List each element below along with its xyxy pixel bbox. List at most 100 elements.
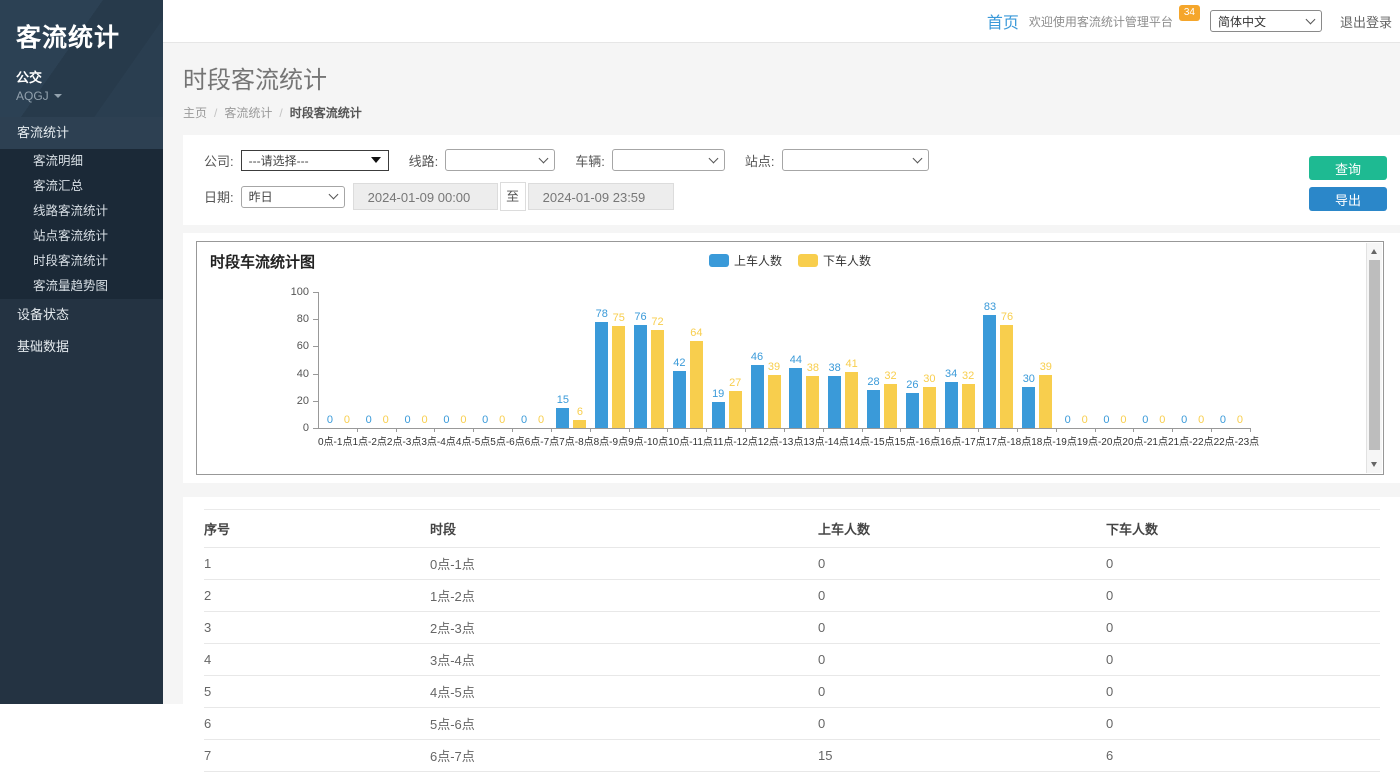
chevron-down-icon bbox=[539, 153, 549, 163]
bar-value-label: 39 bbox=[1040, 361, 1052, 373]
bar-alighting bbox=[845, 372, 858, 428]
bar-value-label: 27 bbox=[729, 377, 741, 389]
bar-value-label: 0 bbox=[1120, 414, 1126, 426]
scrollbar-thumb[interactable] bbox=[1369, 260, 1380, 450]
bar-boarding bbox=[945, 382, 958, 428]
sidebar-subitem-客流量趋势图[interactable]: 客流量趋势图 bbox=[0, 274, 163, 299]
table-header-上车人数: 上车人数 bbox=[818, 510, 1106, 548]
bar-value-label: 0 bbox=[1142, 414, 1148, 426]
breadcrumb-item[interactable]: 主页 bbox=[183, 106, 207, 120]
table-cell: 7 bbox=[204, 740, 430, 772]
chevron-down-icon bbox=[708, 153, 718, 163]
bar-boarding bbox=[751, 365, 764, 428]
sidebar-subitem-时段客流统计[interactable]: 时段客流统计 bbox=[0, 249, 163, 274]
export-button[interactable]: 导出 bbox=[1309, 187, 1387, 211]
bar-column-alighting: 0 bbox=[1078, 414, 1091, 428]
sidebar-menu: 客流统计客流明细客流汇总线路客流统计站点客流统计时段客流统计客流量趋势图设备状态… bbox=[0, 117, 163, 363]
scroll-down-icon[interactable] bbox=[1371, 462, 1377, 467]
bar-column-alighting: 0 bbox=[457, 414, 470, 428]
table-cell: 1点-2点 bbox=[430, 580, 818, 612]
bar-group-16点-17点: 3432 bbox=[940, 292, 979, 428]
bar-group-23点-24点: 00 bbox=[1212, 292, 1251, 428]
bar-column-alighting: 0 bbox=[1117, 414, 1130, 428]
x-axis-label: 9点-10点 bbox=[628, 433, 668, 448]
topbar: 首页 欢迎使用客流统计管理平台 34 简体中文 退出登录 bbox=[163, 0, 1400, 43]
bar-column-alighting: 27 bbox=[729, 377, 742, 428]
bar-value-label: 46 bbox=[751, 351, 763, 363]
x-axis-labels: 0点-1点1点-2点2点-3点3点-4点4点-5点5点-6点6点-7点7点-8点… bbox=[318, 433, 1250, 448]
sidebar-subitem-站点客流统计[interactable]: 站点客流统计 bbox=[0, 224, 163, 249]
scroll-up-icon[interactable] bbox=[1371, 249, 1377, 254]
table-cell: 0 bbox=[818, 644, 1106, 676]
logout-link[interactable]: 退出登录 bbox=[1340, 12, 1392, 31]
bar-alighting bbox=[1039, 375, 1052, 428]
bar-group-14点-15点: 28 32 bbox=[863, 292, 902, 428]
bar-column-alighting: 72 bbox=[651, 316, 664, 428]
bar-boarding bbox=[634, 325, 647, 428]
x-axis-label: 16点-17点 bbox=[940, 433, 986, 448]
table-header-时段: 时段 bbox=[430, 510, 818, 548]
bar-column-alighting: 0 bbox=[418, 414, 431, 428]
chevron-down-icon bbox=[1306, 14, 1316, 24]
chart-vertical-scrollbar[interactable] bbox=[1366, 243, 1382, 473]
table-cell: 3点-4点 bbox=[430, 644, 818, 676]
sidebar-item-客流统计[interactable]: 客流统计 bbox=[0, 117, 163, 149]
table-cell: 6 bbox=[204, 708, 430, 740]
query-button[interactable]: 查询 bbox=[1309, 156, 1387, 180]
y-axis-tick-label: 100 bbox=[197, 286, 309, 298]
table-cell: 4 bbox=[204, 644, 430, 676]
bar-value-label: 78 bbox=[596, 308, 608, 320]
station-select[interactable] bbox=[782, 149, 929, 171]
x-axis-label: 3点-4点 bbox=[421, 433, 455, 448]
bar-column-boarding: 28 bbox=[867, 376, 880, 428]
bar-column-boarding: 0 bbox=[323, 414, 336, 428]
table-cell: 6 bbox=[1106, 740, 1380, 772]
date-preset-select[interactable]: 昨日 bbox=[241, 186, 345, 208]
bar-column-boarding: 46 bbox=[751, 351, 764, 428]
bar-column-boarding: 0 bbox=[479, 414, 492, 428]
bar-column-boarding: 0 bbox=[1061, 414, 1074, 428]
bar-alighting bbox=[729, 391, 742, 428]
bar-boarding bbox=[595, 322, 608, 428]
x-axis-label: 5点-6点 bbox=[490, 433, 524, 448]
org-code-dropdown[interactable]: AQGJ bbox=[16, 89, 147, 103]
bar-value-label: 0 bbox=[1159, 414, 1165, 426]
legend-label: 上车人数 bbox=[734, 252, 782, 269]
bar-column-alighting: 0 bbox=[379, 414, 392, 428]
sidebar-subitem-线路客流统计[interactable]: 线路客流统计 bbox=[0, 199, 163, 224]
vehicle-select[interactable] bbox=[612, 149, 725, 171]
table-header-序号: 序号 bbox=[204, 510, 430, 548]
notification-badge[interactable]: 34 bbox=[1179, 5, 1200, 21]
bar-value-label: 44 bbox=[790, 354, 802, 366]
sidebar-item-设备状态[interactable]: 设备状态 bbox=[0, 299, 163, 331]
line-select[interactable] bbox=[445, 149, 555, 171]
hourly-flow-table: 序号时段上车人数下车人数10点-1点0021点-2点0032点-3点0043点-… bbox=[204, 509, 1380, 772]
line-field: 线路: bbox=[409, 149, 556, 171]
date-to-input[interactable]: 2024-01-09 23:59 bbox=[528, 183, 674, 210]
legend-item-上车人数[interactable]: 上车人数 bbox=[709, 252, 782, 269]
bar-group-11点-12点: 4639 bbox=[746, 292, 785, 428]
bar-column-alighting: 6 bbox=[573, 406, 586, 428]
sidebar-subitem-客流明细[interactable]: 客流明细 bbox=[0, 149, 163, 174]
date-from-input[interactable]: 2024-01-09 00:00 bbox=[353, 183, 498, 210]
x-axis-label: 14点-15点 bbox=[849, 433, 895, 448]
company-select[interactable]: ---请选择--- bbox=[241, 150, 389, 171]
y-axis-tick-label: 60 bbox=[197, 340, 309, 352]
bar-column-boarding: 26 bbox=[906, 379, 919, 428]
nav-home-link[interactable]: 首页 bbox=[987, 9, 1019, 33]
bar-value-label: 32 bbox=[884, 370, 896, 382]
x-axis-label: 0点-1点 bbox=[318, 433, 352, 448]
language-select[interactable]: 简体中文 bbox=[1210, 10, 1322, 32]
x-axis-label: 10点-11点 bbox=[668, 433, 713, 448]
bar-group-12点-13点: 4438 bbox=[785, 292, 824, 428]
breadcrumb-item[interactable]: 客流统计 bbox=[224, 106, 272, 120]
legend-item-下车人数[interactable]: 下车人数 bbox=[798, 252, 871, 269]
x-axis-label: 8点-9点 bbox=[594, 433, 628, 448]
bar-column-boarding: 0 bbox=[362, 414, 375, 428]
bar-alighting bbox=[923, 387, 936, 428]
sidebar-item-基础数据[interactable]: 基础数据 bbox=[0, 331, 163, 363]
sidebar-subitem-客流汇总[interactable]: 客流汇总 bbox=[0, 174, 163, 199]
x-axis-label: 15点-16点 bbox=[895, 433, 941, 448]
plot-area: 0000000000001567875767242641927463944383… bbox=[318, 292, 1251, 429]
bar-value-label: 41 bbox=[846, 358, 858, 370]
